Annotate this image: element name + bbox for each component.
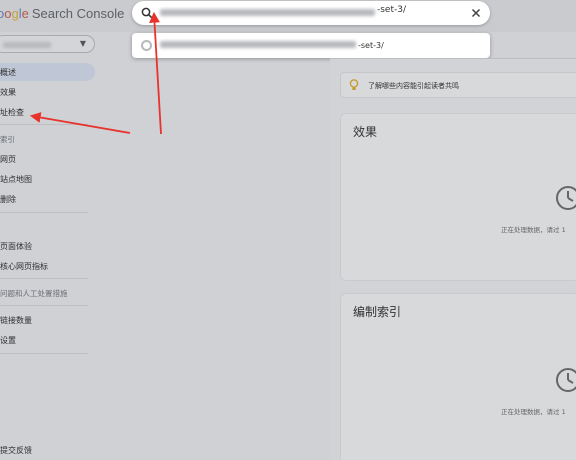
annotation-arrows <box>29 11 162 135</box>
annotation-arrow-left <box>29 112 131 134</box>
annotation-arrow-up <box>149 11 162 135</box>
